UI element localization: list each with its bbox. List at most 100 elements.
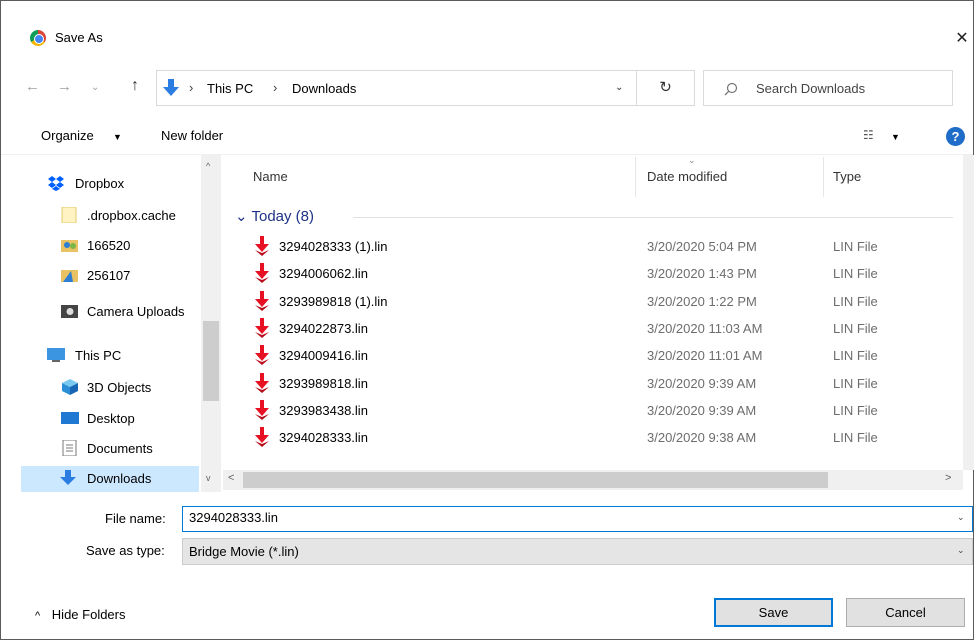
lin-file-icon — [255, 263, 269, 284]
file-name-input[interactable] — [189, 510, 929, 525]
save-button[interactable]: Save — [714, 598, 833, 627]
breadcrumb-downloads[interactable]: Downloads — [292, 81, 356, 96]
column-header-date[interactable]: Date modified — [647, 169, 727, 184]
file-date: 3/20/2020 11:03 AM — [647, 320, 763, 336]
refresh-button[interactable]: ↻ — [637, 70, 695, 106]
breadcrumb-this-pc[interactable]: This PC — [207, 81, 253, 96]
back-button[interactable]: ← — [25, 78, 40, 95]
close-button[interactable]: ✕ — [951, 28, 973, 50]
file-row[interactable]: 3293989818 (1).lin 3/20/2020 1:22 PM LIN F… — [253, 288, 953, 315]
search-input[interactable]: Search Downloads — [703, 70, 953, 106]
cancel-button[interactable]: Cancel — [846, 598, 965, 627]
file-name: 3294009416.lin — [279, 348, 368, 364]
file-row[interactable]: 3294022873.lin 3/20/2020 11:03 AM LIN File — [253, 315, 953, 342]
sidebar-item-label: Dropbox — [75, 176, 125, 191]
column-header-name[interactable]: Name — [253, 169, 288, 184]
scroll-up-icon[interactable]: ^ — [206, 161, 210, 171]
group-divider — [353, 217, 953, 218]
file-row[interactable]: 3294028333.lin 3/20/2020 9:38 AM LIN File — [253, 424, 953, 451]
desktop-icon — [61, 412, 79, 424]
file-list[interactable]: Name ⌄ Date modified Type ⌄ Today (8) 32… — [223, 155, 963, 470]
save-type-select[interactable]: Bridge Movie (*.lin) ⌄ — [182, 538, 973, 565]
shared-folder-icon — [61, 240, 78, 252]
recent-locations-button[interactable]: ⌄ — [91, 82, 99, 93]
group-header[interactable]: ⌄ Today (8) — [235, 207, 314, 225]
window-title: Save As — [55, 30, 103, 45]
sidebar-item-3d-objects[interactable]: 3D Objects — [21, 375, 201, 401]
navigation-pane[interactable]: Dropbox .dropbox.cache 166520 256107 Cam… — [21, 155, 221, 492]
sidebar-item-256107[interactable]: 256107 — [21, 263, 201, 289]
file-name: 3294022873.lin — [279, 320, 368, 336]
toolbar: Organize ▼ New folder ☷ ▼ ? — [1, 119, 973, 155]
documents-icon — [62, 440, 77, 456]
sidebar-item-desktop[interactable]: Desktop — [21, 406, 201, 432]
file-type: LIN File — [833, 293, 878, 309]
file-date: 3/20/2020 11:01 AM — [647, 348, 763, 364]
scroll-left-icon[interactable]: < — [228, 472, 234, 484]
hide-folders-button[interactable]: ^ Hide Folders — [35, 607, 126, 622]
column-divider[interactable] — [635, 157, 636, 197]
breadcrumb-separator: › — [189, 80, 194, 95]
sidebar-item-dropbox[interactable]: Dropbox — [21, 171, 201, 197]
organize-caret-icon[interactable]: ▼ — [113, 132, 122, 142]
file-name: 3294028333 (1).lin — [279, 239, 388, 254]
scroll-down-icon[interactable]: v — [206, 473, 211, 483]
breadcrumb-separator: › — [273, 80, 278, 95]
forward-button[interactable]: → — [57, 78, 72, 95]
new-folder-button[interactable]: New folder — [161, 128, 223, 143]
chevron-down-icon[interactable]: ⌄ — [957, 512, 965, 523]
sidebar-item-dropbox-cache[interactable]: .dropbox.cache — [21, 203, 201, 229]
chevron-down-icon[interactable]: ⌄ — [235, 208, 248, 225]
lin-file-icon — [255, 427, 269, 448]
column-header-type[interactable]: Type — [833, 169, 861, 184]
chevron-down-icon[interactable]: ⌄ — [957, 545, 965, 556]
sidebar-item-downloads[interactable]: Downloads — [21, 466, 199, 492]
file-row[interactable]: 3294028333 (1).lin 3/20/2020 5:04 PM LIN F… — [253, 233, 953, 260]
sidebar-item-label: Documents — [87, 441, 153, 456]
file-date: 3/20/2020 9:38 AM — [647, 430, 757, 446]
file-name: 3293983438.lin — [279, 402, 368, 418]
file-list-horizontal-scrollbar[interactable]: < > — [223, 470, 963, 490]
folder-icon — [61, 207, 77, 223]
file-name: 3293989818.lin — [279, 375, 368, 391]
file-row[interactable]: 3294009416.lin 3/20/2020 11:01 AM LIN File — [253, 342, 953, 369]
horizontal-scrollbar-thumb[interactable] — [243, 472, 828, 488]
lin-file-icon — [255, 372, 269, 393]
address-bar[interactable]: › This PC › Downloads ⌄ — [156, 70, 637, 106]
up-button[interactable]: ↑ — [131, 77, 139, 95]
lin-file-icon — [255, 317, 269, 338]
sidebar-item-166520[interactable]: 166520 — [21, 233, 201, 259]
help-button[interactable]: ? — [946, 127, 965, 146]
file-row[interactable]: 3294006062.lin 3/20/2020 1:43 PM LIN File — [253, 260, 953, 287]
navigation-scrollbar-thumb[interactable] — [203, 321, 219, 401]
view-caret-icon[interactable]: ▼ — [891, 132, 900, 142]
save-type-value: Bridge Movie (*.lin) — [189, 544, 299, 559]
chevron-down-icon[interactable]: ⌄ — [615, 82, 623, 93]
lin-file-icon — [255, 236, 269, 256]
file-row[interactable]: 3293989818.lin 3/20/2020 9:39 AM LIN File — [253, 370, 953, 397]
search-icon — [724, 82, 738, 96]
file-name: 3293989818 (1).lin — [279, 293, 388, 309]
sort-caret-icon: ⌄ — [688, 155, 696, 165]
file-name: 3294006062.lin — [279, 266, 368, 282]
column-divider[interactable] — [823, 157, 824, 197]
sidebar-item-this-pc[interactable]: This PC — [21, 343, 201, 369]
scroll-right-icon[interactable]: > — [945, 472, 951, 484]
file-name: 3294028333.lin — [279, 430, 368, 446]
view-options-icon[interactable]: ☷ — [863, 128, 874, 142]
file-type: LIN File — [833, 239, 878, 254]
file-date: 3/20/2020 9:39 AM — [647, 402, 757, 418]
hide-folders-label: Hide Folders — [51, 607, 126, 622]
organize-button[interactable]: Organize — [41, 128, 94, 143]
file-row[interactable]: 3293983438.lin 3/20/2020 9:39 AM LIN File — [253, 397, 953, 424]
sidebar-item-documents[interactable]: Documents — [21, 436, 201, 462]
sidebar-item-label: 256107 — [87, 268, 131, 283]
downloads-arrow-icon — [163, 79, 179, 96]
sidebar-item-camera-uploads[interactable]: Camera Uploads — [21, 299, 201, 325]
file-type: LIN File — [833, 320, 878, 336]
file-date: 3/20/2020 9:39 AM — [647, 375, 757, 391]
file-type: LIN File — [833, 430, 878, 446]
file-name-field[interactable]: ⌄ — [182, 506, 973, 532]
dropbox-icon — [48, 176, 64, 191]
file-list-vertical-scrollbar[interactable] — [963, 155, 974, 470]
